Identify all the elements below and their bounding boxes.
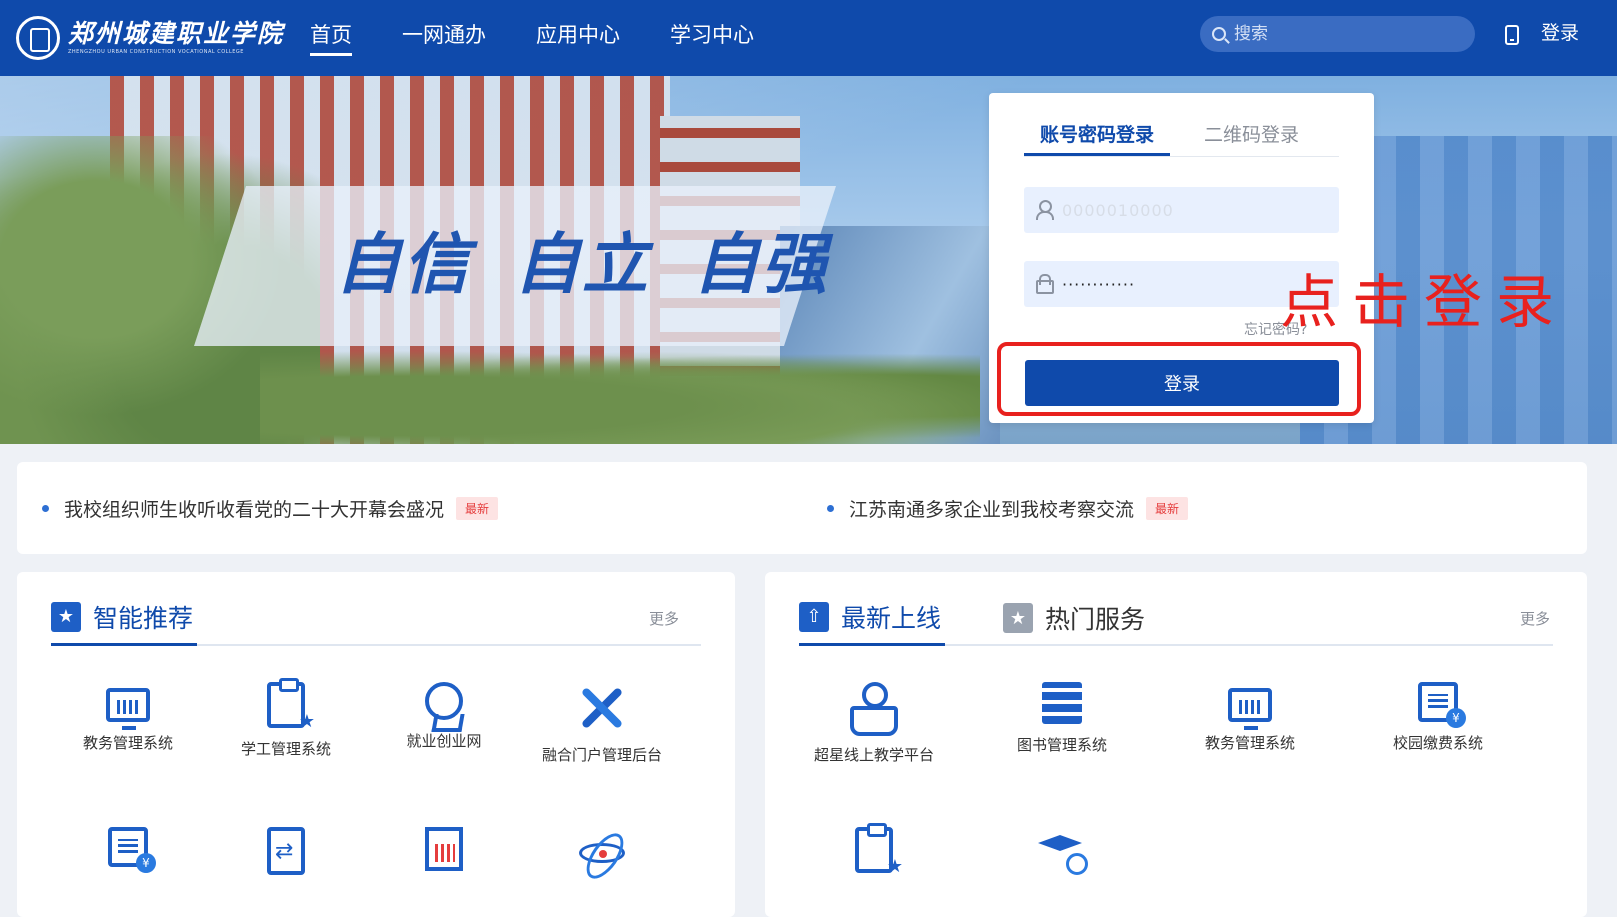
bullet-icon bbox=[827, 504, 834, 512]
college-seal-icon bbox=[16, 16, 60, 60]
search-icon bbox=[1212, 27, 1226, 41]
nav-home[interactable]: 首页 bbox=[310, 0, 352, 76]
atom-icon bbox=[579, 843, 625, 863]
app-item[interactable]: 教务管理系统 bbox=[1170, 682, 1330, 753]
app-item[interactable]: 就业创业网 bbox=[364, 682, 524, 751]
news-title[interactable]: 江苏南通多家企业到我校考察交流 bbox=[849, 495, 1134, 522]
graduation-cap-search-icon bbox=[1036, 827, 1088, 879]
news-ticker: 我校组织师生收听收看党的二十大开幕会盛况 最新 江苏南通多家企业到我校考察交流 … bbox=[17, 462, 1587, 554]
clipboard-user-icon bbox=[267, 678, 315, 732]
mobile-icon[interactable] bbox=[1505, 25, 1519, 45]
monitor-chart-icon bbox=[1228, 688, 1272, 730]
new-badge: 最新 bbox=[456, 496, 499, 520]
login-tabs: 账号密码登录 二维码登录 bbox=[1024, 115, 1339, 157]
tab-qrcode-login[interactable]: 二维码登录 bbox=[1188, 115, 1315, 156]
banner-slogan: 自信 自立 自强 bbox=[335, 225, 829, 303]
nav-one-stop-service[interactable]: 一网通办 bbox=[402, 0, 486, 76]
monitor-chart-icon bbox=[106, 688, 150, 730]
app-item[interactable] bbox=[522, 827, 682, 863]
app-item[interactable]: 教务管理系统 bbox=[48, 682, 208, 753]
clipboard-user-icon bbox=[855, 823, 903, 877]
services-panel: ⇧ 最新上线 ★ 热门服务 更多 超星线上教学平台 图书管理系统 教务管理系统 … bbox=[765, 572, 1587, 917]
tab-account-login[interactable]: 账号密码登录 bbox=[1024, 115, 1171, 156]
more-link[interactable]: 更多 bbox=[649, 608, 679, 629]
new-badge: 最新 bbox=[1146, 496, 1189, 520]
report-chart-icon bbox=[425, 827, 463, 871]
lock-icon bbox=[1036, 274, 1054, 294]
smart-recommend-panel: ★ 智能推荐 更多 教务管理系统 学工管理系统 就业创业网 融合门户管理后台 bbox=[17, 572, 735, 917]
username-field bbox=[1024, 187, 1339, 233]
header-login-link[interactable]: 登录 bbox=[1541, 18, 1579, 45]
more-link[interactable]: 更多 bbox=[1520, 608, 1550, 629]
doc-transfer-icon bbox=[267, 827, 305, 875]
star-icon: ★ bbox=[1003, 603, 1033, 633]
app-item[interactable] bbox=[364, 827, 524, 871]
books-icon bbox=[1042, 682, 1082, 724]
wrench-screwdriver-icon bbox=[576, 682, 628, 734]
payment-doc-icon bbox=[1418, 682, 1466, 728]
tab-smart-recommend[interactable]: ★ 智能推荐 bbox=[51, 590, 198, 646]
news-item[interactable]: 江苏南通多家企业到我校考察交流 最新 bbox=[827, 462, 1189, 554]
app-item[interactable] bbox=[982, 827, 1142, 879]
payment-doc-icon bbox=[108, 827, 156, 873]
app-item[interactable] bbox=[48, 827, 208, 873]
app-item[interactable]: 校园缴费系统 bbox=[1358, 682, 1518, 753]
news-item[interactable]: 我校组织师生收听收看党的二十大开幕会盛况 最新 bbox=[42, 462, 499, 554]
tab-newly-online[interactable]: ⇧ 最新上线 bbox=[799, 590, 946, 646]
username-input[interactable] bbox=[1062, 200, 1322, 220]
click-login-annotation: 点击登录 bbox=[1280, 268, 1569, 336]
app-item[interactable]: 超星线上教学平台 bbox=[794, 682, 954, 765]
tab-hot-services[interactable]: ★ 热门服务 bbox=[1003, 590, 1145, 646]
logo-chinese-name: 郑州城建职业学院 bbox=[68, 19, 285, 48]
main-nav: 首页 一网通办 应用中心 学习中心 bbox=[310, 0, 804, 76]
app-item[interactable]: 图书管理系统 bbox=[982, 682, 1142, 755]
star-icon: ★ bbox=[51, 601, 81, 632]
app-item[interactable] bbox=[794, 823, 954, 877]
top-navbar: 郑州城建职业学院 ZHENGZHOU URBAN CONSTRUCTION VO… bbox=[0, 0, 1617, 76]
app-item[interactable]: 学工管理系统 bbox=[206, 678, 366, 759]
user-icon bbox=[1036, 200, 1054, 220]
logo-english-name: ZHENGZHOU URBAN CONSTRUCTION VOCATIONAL … bbox=[68, 49, 244, 55]
login-highlight-annotation bbox=[997, 342, 1361, 416]
medal-icon bbox=[425, 682, 463, 720]
college-logo[interactable]: 郑州城建职业学院 ZHENGZHOU URBAN CONSTRUCTION VO… bbox=[16, 16, 284, 60]
news-title[interactable]: 我校组织师生收听收看党的二十大开幕会盛况 bbox=[64, 495, 444, 522]
search-input[interactable] bbox=[1234, 24, 1454, 44]
app-item[interactable]: 融合门户管理后台 bbox=[522, 682, 682, 765]
nav-app-center[interactable]: 应用中心 bbox=[536, 0, 620, 76]
bullet-icon bbox=[42, 504, 49, 512]
app-item[interactable] bbox=[206, 827, 366, 875]
search-box bbox=[1200, 16, 1475, 52]
nav-learning-center[interactable]: 学习中心 bbox=[670, 0, 754, 76]
reader-icon bbox=[848, 682, 900, 736]
upload-icon: ⇧ bbox=[799, 601, 829, 632]
